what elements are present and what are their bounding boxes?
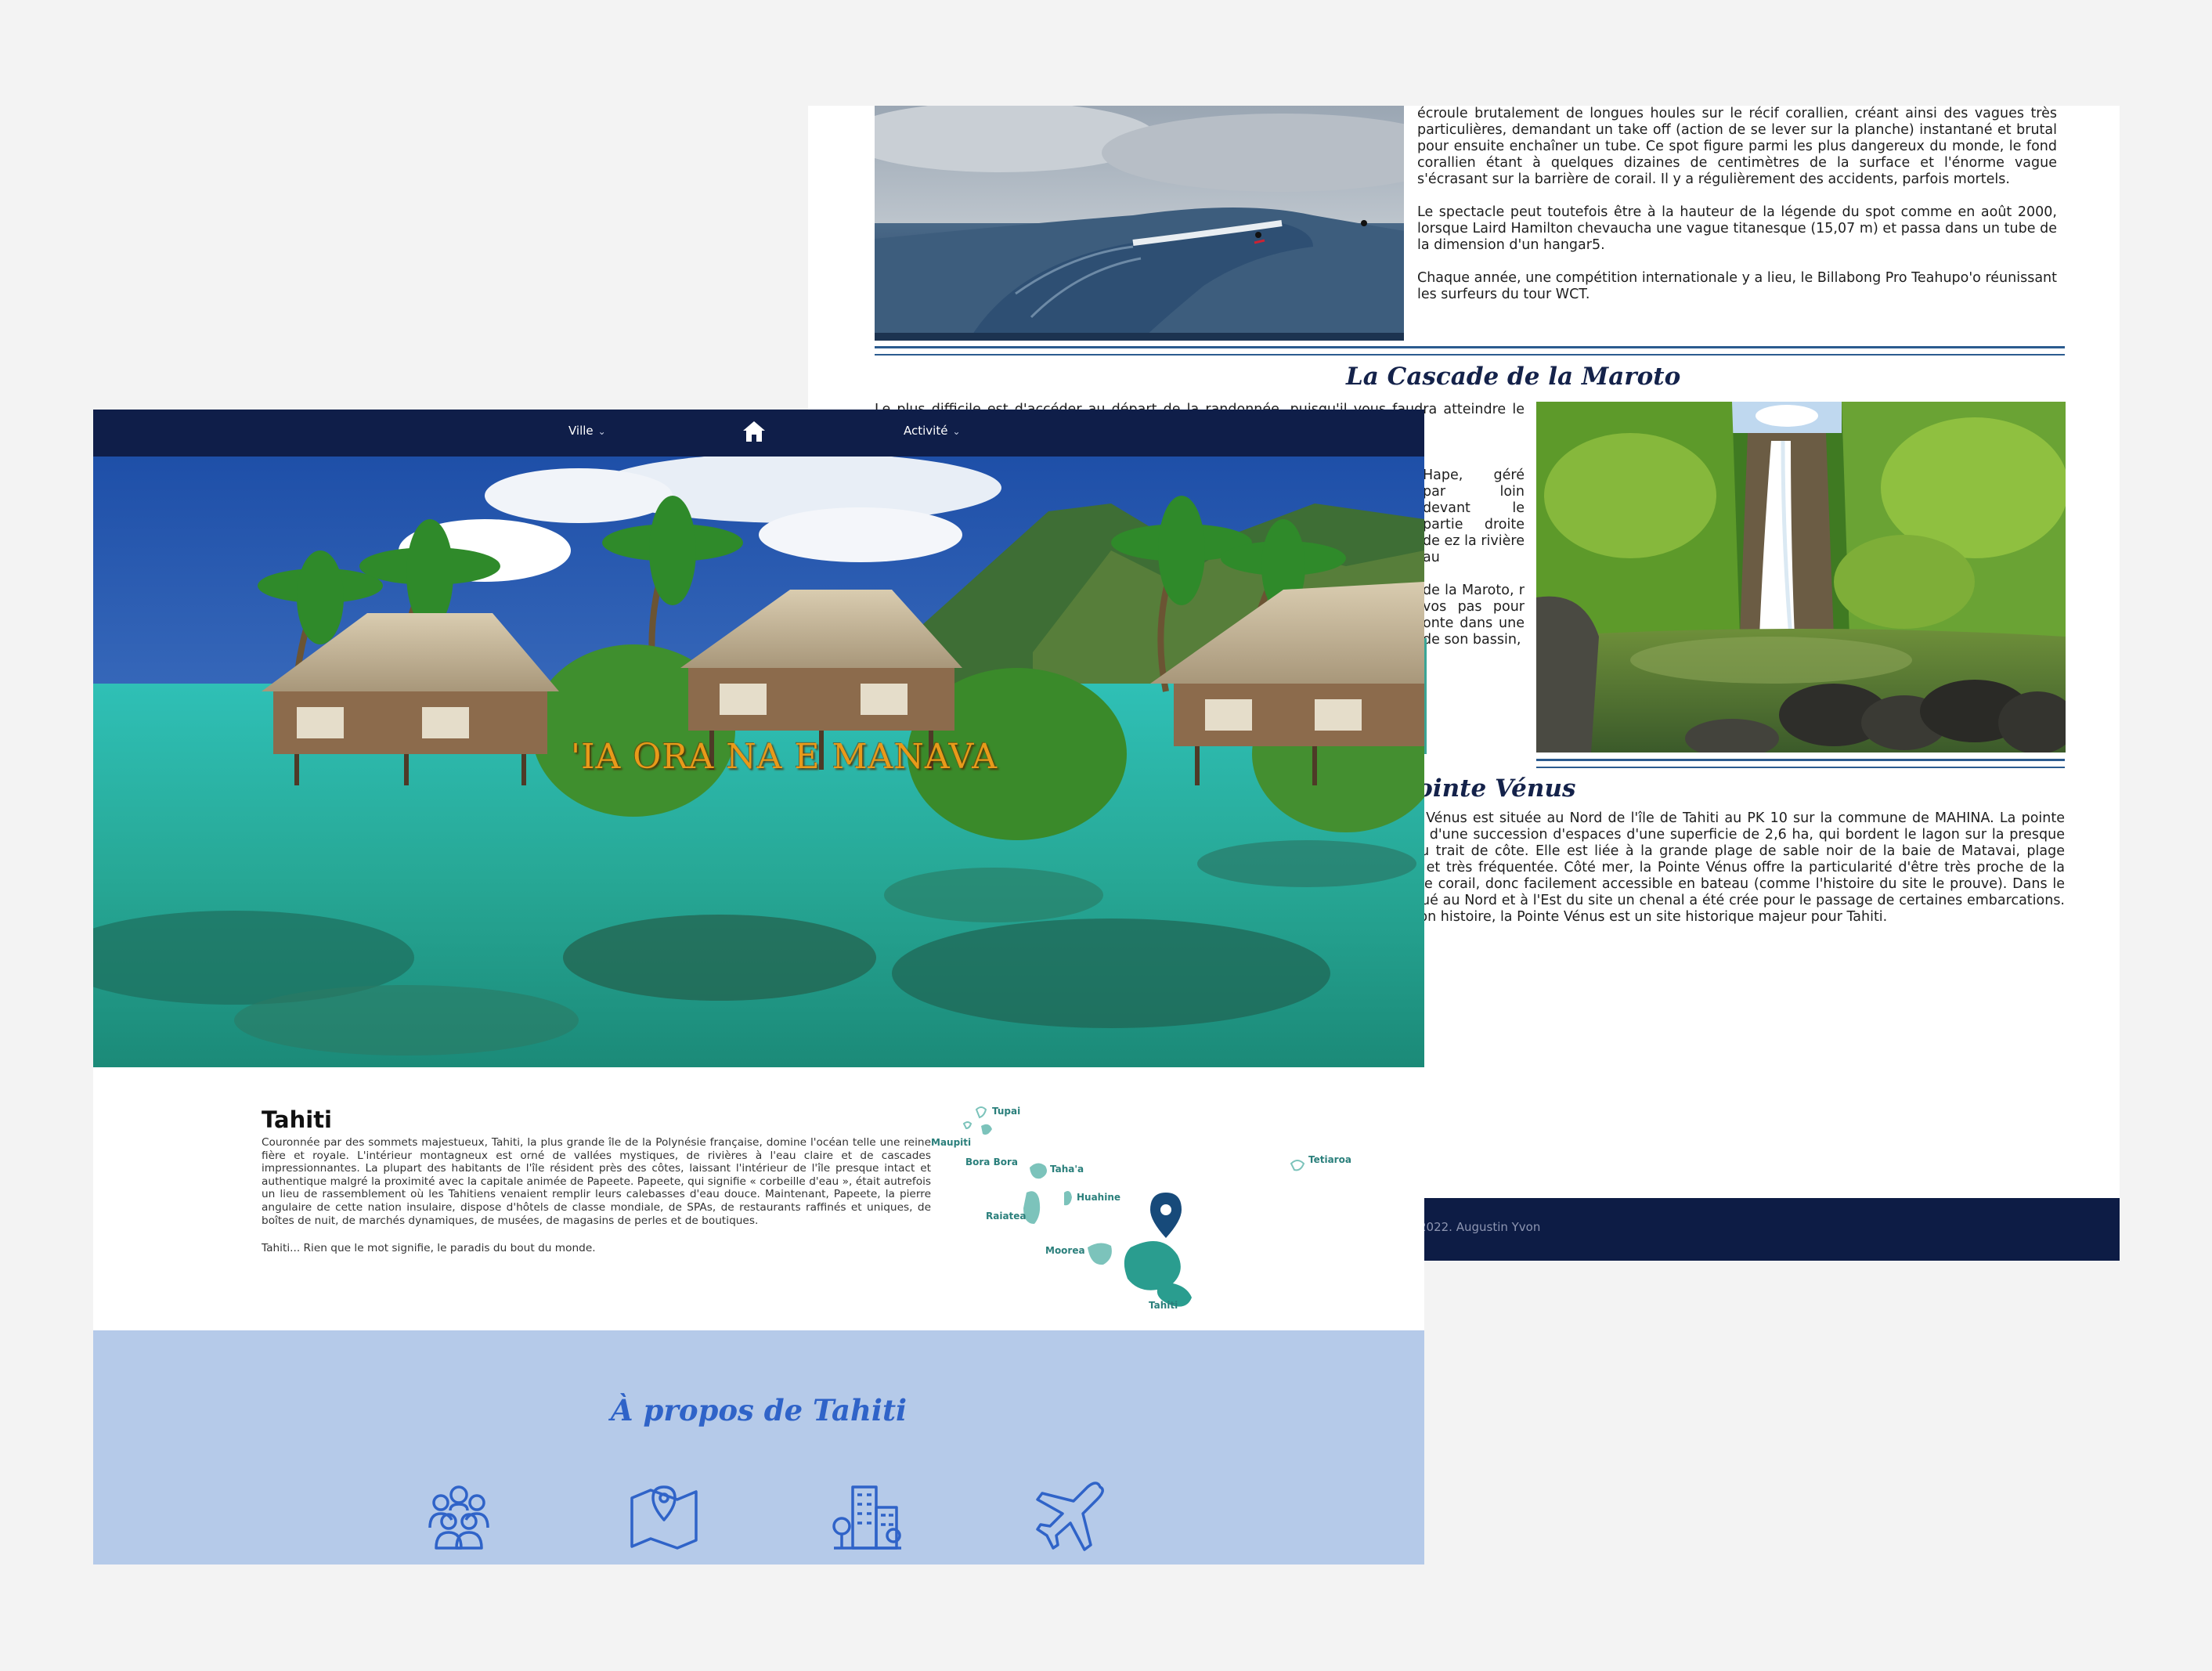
map-label-tahiti: Tahiti [1149, 1300, 1178, 1311]
section-divider [1536, 759, 2065, 768]
nav-activite-label: Activité [904, 424, 948, 438]
tahiti-island [1124, 1241, 1192, 1307]
moorea-island [1088, 1243, 1112, 1265]
about-tahiti-section: À propos de Tahiti [93, 1330, 1424, 1565]
map-label-tahaa: Taha'a [1050, 1164, 1084, 1175]
front-page-screenshot: Ville ⌄ Activité ⌄ 'IA ORA NA E MANAVA T… [93, 410, 1424, 1565]
home-button[interactable] [742, 419, 767, 444]
map-label-moorea: Moorea [1045, 1245, 1085, 1256]
surf-wave-photo [875, 106, 1404, 341]
map-label-huahine: Huahine [1077, 1192, 1120, 1203]
hero-banner: 'IA ORA NA E MANAVA [93, 457, 1424, 1067]
waterfall-photo [1536, 402, 2066, 752]
map-label-tupai: Tupai [992, 1106, 1020, 1117]
cascade-section-title: La Cascade de la Maroto [1346, 363, 1681, 391]
society-islands-map: Tupai Maupiti Bora Bora Taha'a Tetiaroa … [931, 1091, 1377, 1326]
venus-paragraph: La Pointe Vénus est située au Nord de l'… [1356, 810, 2065, 925]
surf-paragraph-2: Le spectacle peut toutefois être à la ha… [1417, 204, 2057, 253]
tahiti-tagline: Tahiti... Rien que le mot signifie, le p… [262, 1242, 596, 1254]
tetiaroa-atoll [1290, 1160, 1305, 1171]
surf-paragraph-3: Chaque année, une compétition internatio… [1417, 270, 2057, 302]
map-label-raiatea: Raiatea [986, 1211, 1027, 1222]
huahine-island [1064, 1191, 1072, 1206]
surf-paragraph-1: écroule brutalement de longues houles su… [1417, 106, 2057, 187]
top-navigation-bar: Ville ⌄ Activité ⌄ [93, 410, 1424, 457]
home-icon [743, 421, 765, 442]
about-section-title: À propos de Tahiti [610, 1393, 908, 1427]
map-label-tetiaroa: Tetiaroa [1308, 1154, 1351, 1165]
map-label-bora-bora: Bora Bora [965, 1157, 1018, 1168]
city-buildings-icon[interactable] [831, 1479, 904, 1553]
people-group-icon[interactable] [422, 1479, 496, 1553]
tupai-island [975, 1106, 987, 1119]
map-pin-icon [1150, 1193, 1182, 1238]
tahaa-island [1030, 1163, 1047, 1179]
tahiti-section-title: Tahiti [262, 1106, 333, 1133]
chevron-down-icon: ⌄ [952, 426, 961, 437]
tahiti-description: Couronnée par des sommets majestueux, Ta… [262, 1136, 931, 1227]
maupiti-island [962, 1121, 972, 1130]
chevron-down-icon: ⌄ [597, 426, 606, 437]
airplane-icon[interactable] [1034, 1479, 1108, 1553]
nav-ville-dropdown[interactable]: Ville ⌄ [568, 424, 606, 438]
map-label-maupiti: Maupiti [931, 1137, 971, 1148]
footer-copyright: 2022. Augustin Yvon [1419, 1220, 1541, 1234]
bora-bora-island [981, 1124, 992, 1135]
nav-ville-label: Ville [568, 424, 594, 438]
nav-activite-dropdown[interactable]: Activité ⌄ [904, 424, 961, 438]
map-pin-icon[interactable] [627, 1479, 701, 1553]
hero-title: 'IA ORA NA E MANAVA [571, 737, 998, 777]
section-divider [875, 346, 2065, 355]
